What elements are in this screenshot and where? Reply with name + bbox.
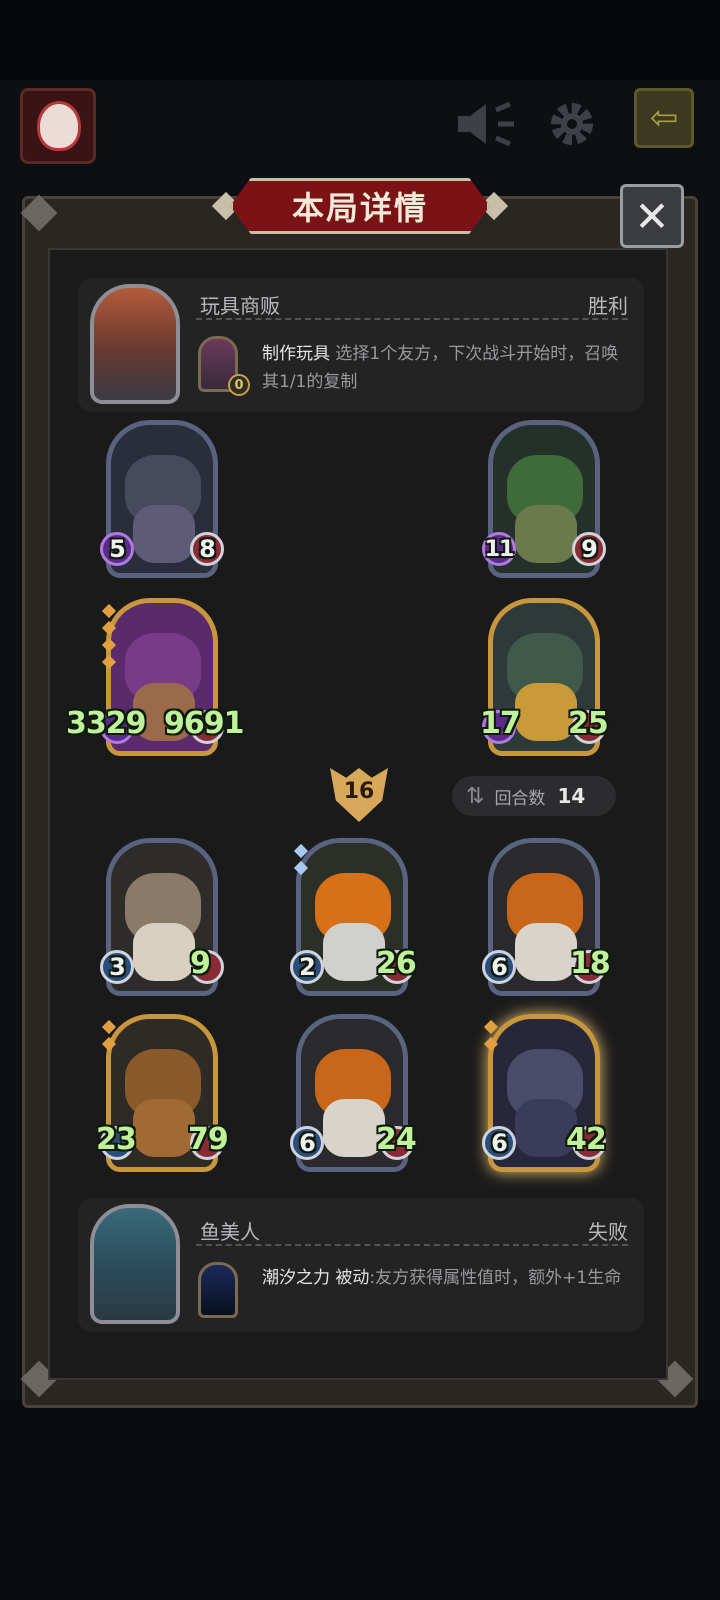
divider [196, 1244, 628, 1246]
health-value: 42 [566, 1122, 607, 1157]
upgrade-pips [101, 1019, 118, 1056]
attack-badge: 6 [290, 1126, 324, 1160]
speaker-icon[interactable] [452, 92, 516, 156]
opponent-name: 玩具商贩 [200, 294, 280, 318]
upgrade-pips [293, 843, 310, 880]
attack-value: 23 [96, 1122, 137, 1157]
attack-badge: 3 [100, 950, 134, 984]
health-value: 25 [568, 706, 609, 741]
attack-badge: 6 [482, 1126, 516, 1160]
attack-value: 17 [480, 706, 521, 741]
opponent-info-box: 玩具商贩 胜利 0 制作玩具 选择1个友方，下次战斗开始时，召唤其1/1的复制 [78, 278, 644, 412]
upgrade-pips [483, 1019, 500, 1056]
close-button[interactable]: ✕ [620, 184, 684, 248]
attack-badge: 6 [482, 950, 516, 984]
turn-label: 回合数 [494, 788, 546, 809]
swap-icon: ⇅ [466, 783, 485, 809]
tavern-level: 16 [343, 778, 375, 804]
attack-value: 11 [484, 536, 515, 562]
opponent-result: 胜利 [588, 294, 628, 318]
attack-value: 3 [109, 953, 126, 981]
player-portrait[interactable] [90, 1204, 180, 1324]
attack-badge: 5 [100, 532, 134, 566]
attack-value: 6 [491, 1129, 508, 1157]
skill-name: 制作玩具 [262, 344, 330, 364]
bottom-dark-area [0, 1400, 720, 1600]
skill-description: :友方获得属性值时，额外+1生命 [369, 1268, 622, 1288]
player-avatar-button[interactable] [20, 88, 96, 164]
panel-title-banner: 本局详情 [230, 178, 490, 234]
attack-value: 3329 [66, 706, 146, 741]
player-name: 鱼美人 [200, 1220, 260, 1244]
upgrade-pips [101, 603, 118, 674]
opponent-skill-text: 制作玩具 选择1个友方，下次战斗开始时，召唤其1/1的复制 [262, 340, 624, 396]
health-value: 8 [199, 535, 216, 563]
player-result: 失败 [588, 1220, 628, 1244]
health-badge: 9 [572, 532, 606, 566]
health-value: 24 [376, 1122, 417, 1157]
player-info-box: 鱼美人 失败 潮汐之力 被动:友方获得属性值时，额外+1生命 [78, 1198, 644, 1332]
attack-value: 2 [299, 953, 316, 981]
skill-name: 潮汐之力 [262, 1268, 330, 1288]
health-badge: 8 [190, 532, 224, 566]
attack-value: 6 [299, 1129, 316, 1157]
gear-icon[interactable] [540, 92, 604, 156]
health-value: 18 [570, 946, 611, 981]
health-value: 79 [188, 1122, 229, 1157]
player-skill-text: 潮汐之力 被动:友方获得属性值时，额外+1生命 [262, 1264, 624, 1292]
skill-counter: 0 [228, 374, 250, 396]
tide-skill-icon[interactable] [198, 1262, 238, 1318]
avatar-face-icon [37, 101, 81, 151]
card-art [133, 505, 195, 563]
health-value: 9 [190, 946, 211, 981]
panel-title: 本局详情 [291, 189, 428, 227]
health-value: 26 [376, 946, 417, 981]
divider [196, 318, 628, 320]
top-dark-bar [0, 0, 720, 80]
health-value: 9691 [164, 706, 244, 741]
card-art [133, 923, 195, 981]
turn-counter: ⇅ 回合数 14 [452, 776, 616, 816]
attack-value: 6 [491, 953, 508, 981]
skill-tag: 被动 [335, 1268, 370, 1288]
turn-value: 14 [557, 784, 586, 808]
attack-badge: 2 [290, 950, 324, 984]
back-arrow-icon[interactable]: ⇦ [634, 88, 694, 148]
card-art [133, 1099, 195, 1157]
card-art [515, 923, 577, 981]
attack-badge: 11 [482, 532, 516, 566]
card-art [515, 505, 577, 563]
health-value: 9 [581, 535, 598, 563]
opponent-portrait[interactable] [90, 284, 180, 404]
close-icon: ✕ [634, 191, 670, 241]
attack-value: 5 [109, 535, 126, 563]
